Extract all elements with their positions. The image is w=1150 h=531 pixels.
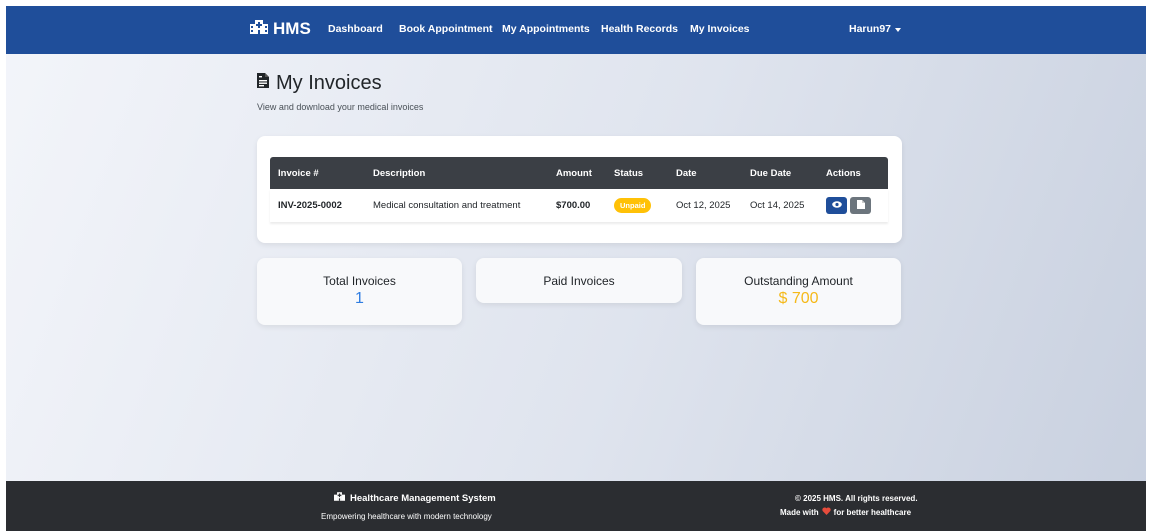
footer-made-prefix: Made with	[780, 507, 819, 517]
col-invoice: Invoice #	[278, 167, 319, 179]
invoice-due-date: Oct 14, 2025	[750, 200, 805, 211]
invoice-description: Medical consultation and treatment	[373, 200, 521, 211]
col-actions: Actions	[826, 167, 861, 179]
col-due-date: Due Date	[750, 167, 792, 179]
hospital-icon	[334, 492, 345, 504]
footer-made-suffix: for better healthcare	[833, 507, 912, 517]
navbar: HMS Dashboard Book Appointment My Appoin…	[6, 6, 1146, 54]
paid-invoices-label: Paid Invoices	[543, 274, 615, 288]
nav-dashboard[interactable]: Dashboard	[328, 23, 383, 35]
chevron-down-icon	[895, 27, 902, 32]
col-status: Status	[614, 167, 644, 179]
invoice-date: Oct 12, 2025	[676, 200, 731, 211]
eye-icon	[831, 200, 842, 211]
footer-tagline: Empowering healthcare with modern techno…	[321, 512, 492, 521]
hospital-icon	[250, 19, 268, 39]
footer: Healthcare Management System Empowering …	[6, 481, 1146, 531]
nav-my-appointments[interactable]: My Appointments	[502, 23, 590, 35]
page-title: My Invoices	[256, 72, 382, 95]
total-invoices-value: 1	[355, 290, 364, 307]
table-row: INV-2025-0002 Medical consultation and t…	[270, 189, 888, 222]
user-menu-dropdown[interactable]: Harun97	[849, 23, 902, 35]
col-date: Date	[676, 167, 697, 179]
user-name: Harun97	[849, 23, 892, 35]
invoices-table: Invoice # Description Amount Status Date…	[270, 157, 888, 222]
nav-health-records[interactable]: Health Records	[601, 23, 678, 35]
footer-copyright: © 2025 HMS. All rights reserved.	[795, 494, 918, 503]
heart-icon	[822, 507, 831, 517]
nav-book-appointment[interactable]: Book Appointment	[399, 23, 493, 35]
nav-my-invoices[interactable]: My Invoices	[690, 23, 750, 35]
invoice-number: INV-2025-0002	[278, 200, 342, 211]
download-pdf-button[interactable]	[850, 197, 871, 214]
table-header-row: Invoice # Description Amount Status Date…	[270, 157, 888, 189]
outstanding-amount-value: $ 700	[778, 290, 819, 307]
footer-made-with: Made with for better healthcare	[780, 507, 911, 517]
file-pdf-icon	[856, 199, 865, 212]
paid-invoices-card: Paid Invoices	[476, 258, 682, 303]
total-invoices-card: Total Invoices 1	[257, 258, 462, 325]
footer-title: Healthcare Management System	[334, 492, 496, 504]
invoice-status-cell: Unpaid	[606, 189, 668, 222]
brand-text: HMS	[273, 19, 311, 38]
col-amount: Amount	[556, 167, 592, 179]
invoices-card: Invoice # Description Amount Status Date…	[257, 136, 902, 243]
col-description: Description	[373, 167, 426, 179]
total-invoices-label: Total Invoices	[323, 274, 396, 288]
invoice-amount: $700.00	[556, 200, 591, 211]
outstanding-amount-card: Outstanding Amount $ 700	[696, 258, 901, 325]
app-frame: HMS Dashboard Book Appointment My Appoin…	[6, 6, 1146, 531]
invoice-actions	[818, 189, 888, 222]
page-subtitle: View and download your medical invoices	[257, 102, 424, 112]
outstanding-amount-label: Outstanding Amount	[744, 274, 853, 288]
file-invoice-icon	[256, 72, 270, 95]
page-title-text: My Invoices	[276, 72, 382, 94]
footer-title-text: Healthcare Management System	[350, 492, 496, 504]
view-invoice-button[interactable]	[826, 197, 847, 214]
status-badge: Unpaid	[614, 198, 652, 213]
brand-link[interactable]: HMS	[250, 19, 311, 39]
